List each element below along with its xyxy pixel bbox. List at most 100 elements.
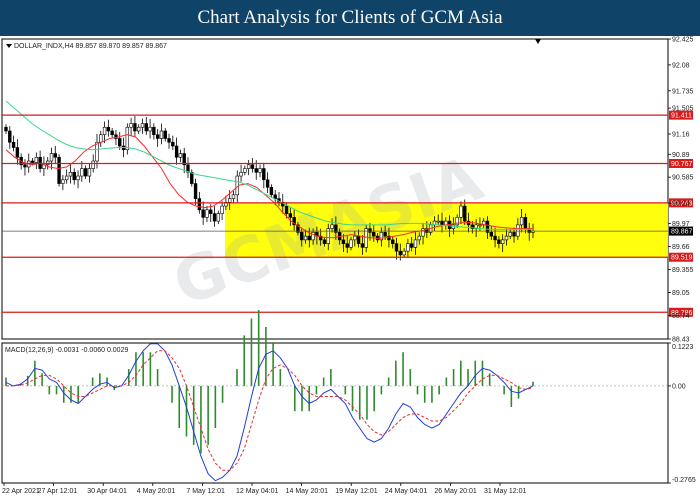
candle-body [148, 126, 152, 132]
candle-body [216, 213, 221, 222]
candle-body [284, 205, 289, 214]
candle-body [30, 160, 35, 163]
price-tick-label: 89.05 [672, 290, 690, 297]
candle-body [409, 243, 414, 248]
candle-body [485, 220, 490, 233]
price-tick-label: 89.97 [672, 221, 690, 228]
time-tick-label: 22 Apr 2021 [2, 488, 40, 495]
candle-body [68, 171, 73, 177]
candle-body [497, 239, 501, 244]
price-tick-label: 92.08 [672, 62, 690, 69]
time-tick-label: 24 May 04:01 [385, 488, 428, 495]
candle-body [201, 209, 205, 218]
price-tick-label: 91.735 [672, 88, 694, 95]
candle-body [136, 126, 141, 132]
macd-tick-label: -0.2765 [672, 477, 696, 484]
candle-body [57, 156, 61, 184]
candle-body [144, 123, 148, 132]
candle-body [227, 198, 232, 203]
price-tick-label: 88.74 [672, 313, 690, 320]
price-tick-label: 90.89 [672, 152, 690, 159]
level-label: 89.519 [671, 255, 693, 262]
candle-body [303, 235, 308, 241]
current-price-label: 89.867 [671, 229, 693, 236]
candle-body [489, 232, 493, 237]
time-tick-label: 30 Apr 04:01 [87, 488, 127, 495]
price-tick-label: 91.505 [672, 106, 694, 113]
candle-body [322, 239, 327, 244]
candle-body [246, 164, 251, 169]
time-tick-label: 14 May 20:01 [286, 488, 329, 495]
candle-body [231, 194, 236, 199]
candle-body [76, 175, 80, 181]
candle-body [300, 232, 304, 241]
candle-body [330, 224, 334, 229]
candle-body [159, 130, 164, 139]
candle-body [83, 168, 88, 177]
candle-body [307, 235, 312, 241]
price-tick-label: 91.16 [672, 131, 690, 138]
candle-body [265, 179, 270, 188]
candle-body [95, 141, 99, 162]
candle-body [129, 123, 133, 128]
price-tick-label: 90.585 [672, 175, 694, 182]
trading-chart: GCMASIA91.41190.76790.24389.51988.78689.… [0, 36, 700, 500]
candle-body [516, 224, 520, 237]
candle-body [209, 209, 213, 214]
candle-body [167, 138, 171, 143]
candle-body [163, 130, 167, 139]
candle-body [125, 126, 130, 151]
candle-body [106, 126, 111, 132]
candle-body [493, 235, 497, 241]
candle-body [288, 213, 293, 218]
time-tick-label: 4 May 20:01 [137, 488, 176, 495]
candle-body [4, 126, 8, 132]
candle-body [459, 205, 463, 218]
candle-body [190, 171, 194, 184]
candle-body [402, 250, 406, 256]
candle-body [80, 168, 84, 177]
price-tick-label: 89.355 [672, 267, 694, 274]
time-tick-label: 27 Apr 12:01 [38, 488, 78, 495]
time-tick-label: 19 May 12:01 [335, 488, 378, 495]
candle-body [220, 205, 224, 214]
candle-body [72, 171, 76, 181]
price-tick-label: 88.43 [672, 337, 690, 344]
candle-body [23, 164, 27, 168]
time-tick-label: 12 May 04:01 [236, 488, 279, 495]
candle-body [273, 194, 277, 199]
candle-body [394, 243, 399, 252]
candle-body [478, 224, 482, 227]
candle-body [152, 126, 156, 136]
candle-body [262, 168, 266, 181]
candle-body [440, 220, 444, 226]
candle-body [349, 239, 353, 248]
candle-body [118, 138, 122, 147]
candle-body [61, 179, 65, 184]
candle-body [356, 235, 361, 244]
candle-body [87, 168, 92, 177]
candle-body [178, 153, 183, 158]
candle-body [174, 145, 179, 158]
candle-body [345, 243, 349, 248]
candle-body [53, 153, 57, 158]
candle-body [243, 168, 247, 173]
level-label: 90.767 [671, 161, 693, 168]
candle-body [413, 239, 418, 248]
candle-body [504, 235, 509, 241]
candle-body [91, 160, 95, 169]
candle-body [379, 232, 384, 241]
time-tick-label: 26 May 20:01 [434, 488, 477, 495]
symbol-header: DOLLAR_INDX,H4 89.857 89.870 89.857 89.8… [14, 43, 167, 50]
candle-body [205, 209, 209, 218]
candle-body [512, 232, 516, 237]
candle-body [417, 235, 421, 241]
candle-body [383, 232, 387, 237]
candle-body [64, 175, 69, 181]
candle-body [436, 220, 440, 223]
price-tick-label: 89.66 [672, 244, 690, 251]
level-label: 91.411 [671, 113, 692, 120]
candle-body [360, 243, 365, 248]
candle-body [250, 164, 255, 169]
price-tick-label: 92.425 [672, 37, 694, 44]
